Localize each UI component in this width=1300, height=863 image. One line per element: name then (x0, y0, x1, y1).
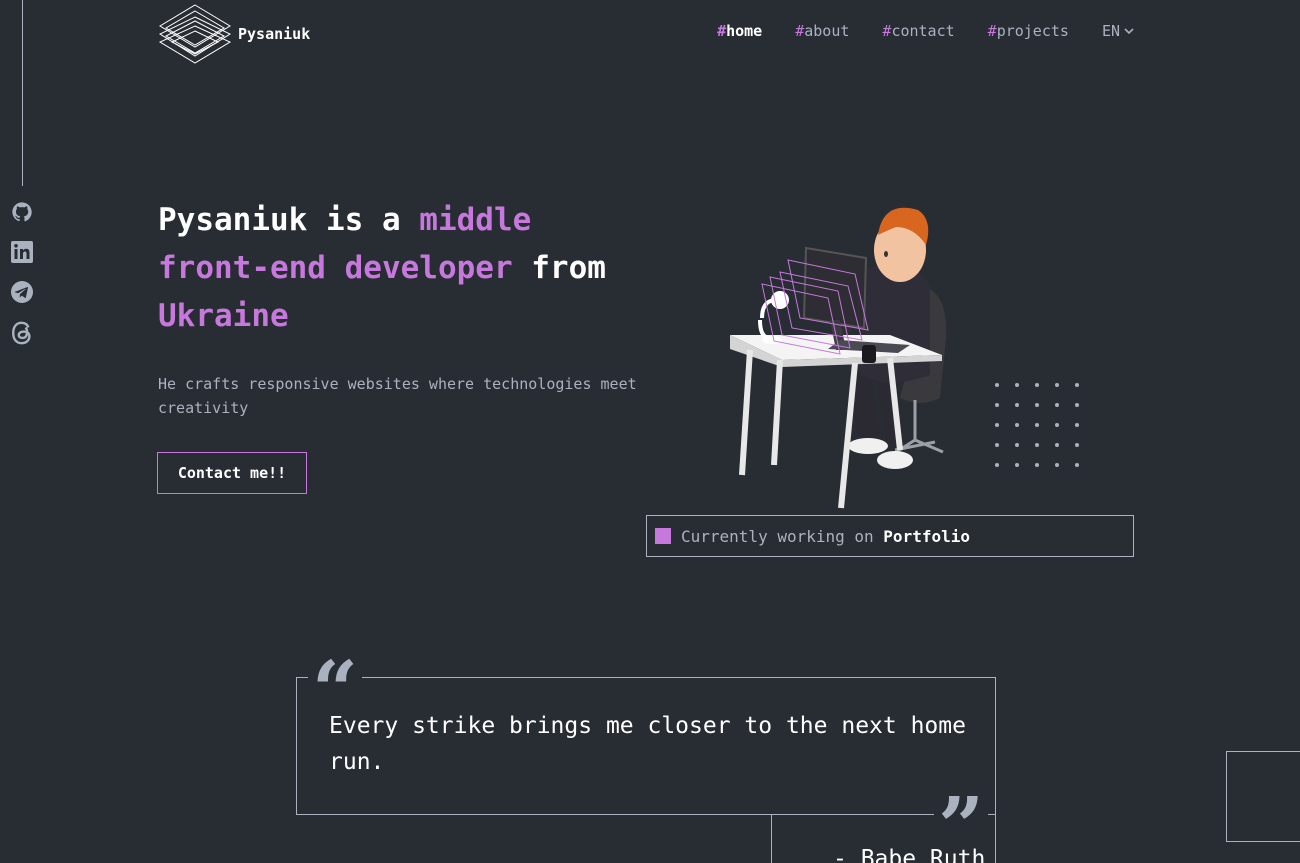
main-nav: #home #about #contact #projects EN (717, 22, 1134, 40)
nav-about[interactable]: #about (795, 22, 849, 40)
page: Pysaniuk #home #about #contact #projects… (0, 0, 1300, 863)
hero-title-part: from (512, 250, 606, 286)
nav-projects[interactable]: #projects (988, 22, 1069, 40)
chevron-down-icon (1124, 28, 1134, 35)
hero-title-part: Pysaniuk is a (158, 202, 420, 238)
telegram-icon[interactable] (10, 280, 34, 304)
site-logo[interactable]: Pysaniuk (158, 4, 310, 64)
quote-author: - Babe Ruth (833, 846, 986, 863)
hero-title-country: Ukraine (158, 298, 289, 334)
status-prefix: Currently working on (681, 526, 884, 546)
nav-label: home (726, 22, 763, 40)
contact-me-button[interactable]: Contact me!! (157, 452, 307, 494)
threads-icon[interactable] (10, 318, 34, 348)
nav-home[interactable]: #home (717, 22, 762, 40)
status-project[interactable]: Portfolio (883, 527, 970, 546)
linkedin-icon[interactable] (10, 240, 34, 264)
social-rail-line (22, 0, 23, 186)
nav-label: about (804, 22, 850, 40)
current-work-status: Currently working on Portfolio (646, 515, 1134, 557)
hero-subtitle: He crafts responsive websites where tech… (158, 375, 637, 417)
github-icon[interactable] (10, 200, 34, 224)
language-value: EN (1101, 22, 1120, 40)
developer-illustration (730, 207, 947, 509)
nav-contact[interactable]: #contact (882, 22, 954, 40)
brand-name: Pysaniuk (238, 25, 311, 43)
nav-hash: # (987, 22, 997, 40)
nav-label: contact (891, 22, 955, 40)
language-select[interactable]: EN (1102, 22, 1134, 40)
logo-icon (158, 4, 232, 64)
corner-decoration-box (1226, 751, 1300, 842)
dots-decoration (995, 383, 1079, 467)
close-quote-icon: ” (934, 786, 989, 832)
status-text: Currently working on Portfolio (681, 527, 970, 546)
nav-hash: # (717, 22, 727, 40)
hero-title: Pysaniuk is a middle front-end developer… (158, 196, 638, 340)
nav-hash: # (795, 22, 805, 40)
nav-label: projects (996, 22, 1069, 40)
open-quote-icon: “ (308, 650, 363, 696)
status-square-icon (655, 528, 671, 544)
quote-text: Every strike brings me closer to the nex… (329, 713, 966, 775)
